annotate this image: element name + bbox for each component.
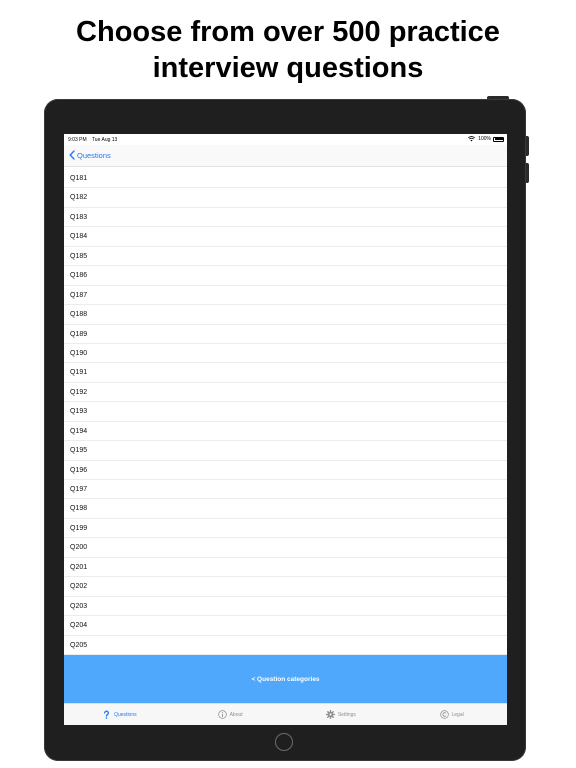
question-row[interactable]: Q192 [64, 383, 507, 403]
volume-up-button [526, 136, 529, 156]
status-date: Tue Aug 13 [91, 137, 118, 143]
status-time: 9:03 PM [68, 137, 87, 143]
question-row[interactable]: Q204 [64, 616, 507, 636]
question-row[interactable]: Q181 [64, 169, 507, 189]
question-categories-button[interactable]: < Question categories [64, 655, 507, 703]
gear-icon [325, 710, 335, 719]
tab-bar: Questions About Settings Legal [64, 703, 507, 725]
question-row[interactable]: Q197 [64, 480, 507, 500]
question-row[interactable]: Q201 [64, 558, 507, 578]
back-label: Questions [77, 150, 111, 160]
tab-label: Questions [114, 711, 137, 718]
question-categories-label: < Question categories [251, 675, 320, 683]
question-row[interactable]: Q191 [64, 363, 507, 383]
wifi-icon [468, 136, 476, 142]
question-row[interactable]: Q182 [64, 188, 507, 208]
volume-down-button [526, 163, 529, 183]
question-row[interactable]: Q187 [64, 286, 507, 306]
question-row[interactable]: Q186 [64, 266, 507, 286]
battery-icon [493, 136, 504, 142]
question-row[interactable]: Q199 [64, 519, 507, 539]
status-bar: 9:03 PM Tue Aug 13 100% [64, 134, 507, 145]
headline-line-2: interview questions [152, 52, 424, 84]
battery-percent: 100% [478, 136, 491, 142]
tab-label: Settings [337, 711, 356, 718]
tab-label: Legal [451, 711, 464, 718]
question-row[interactable]: Q193 [64, 402, 507, 422]
question-row[interactable]: Q195 [64, 441, 507, 461]
question-row[interactable]: Q190 [64, 344, 507, 364]
headline-line-1: Choose from over 500 practice [76, 16, 500, 48]
question-row[interactable]: Q198 [64, 499, 507, 519]
info-icon [217, 710, 227, 719]
tab-questions[interactable]: Questions [64, 704, 175, 725]
chevron-left-icon [69, 150, 75, 160]
headline: Choose from over 500 practice interview … [0, 14, 576, 86]
question-row[interactable]: Q184 [64, 227, 507, 247]
question-row[interactable]: Q196 [64, 461, 507, 480]
back-button[interactable]: Questions [69, 149, 111, 161]
home-button [275, 733, 293, 751]
question-mark-icon [104, 710, 110, 719]
tab-about[interactable]: About [175, 704, 286, 725]
app-screen: 9:03 PM Tue Aug 13 100% Questions Q181 Q1… [64, 134, 507, 725]
question-row[interactable]: Q202 [64, 577, 507, 597]
tab-legal[interactable]: Legal [396, 704, 507, 725]
question-row[interactable]: Q183 [64, 208, 507, 228]
tab-label: About [229, 711, 243, 718]
tab-settings[interactable]: Settings [286, 704, 397, 725]
copyright-icon [439, 710, 449, 719]
question-row[interactable]: Q205 [64, 636, 507, 655]
question-row[interactable]: Q200 [64, 538, 507, 558]
question-row[interactable]: Q203 [64, 597, 507, 617]
navigation-bar: Questions [64, 145, 507, 167]
question-row[interactable]: Q189 [64, 325, 507, 344]
question-list: Q181 Q182 Q183 Q184 Q185 Q186 Q187 Q188 Q189 Q190… [64, 169, 507, 655]
question-row[interactable]: Q185 [64, 247, 507, 267]
question-row[interactable]: Q194 [64, 422, 507, 442]
question-row[interactable]: Q188 [64, 305, 507, 325]
